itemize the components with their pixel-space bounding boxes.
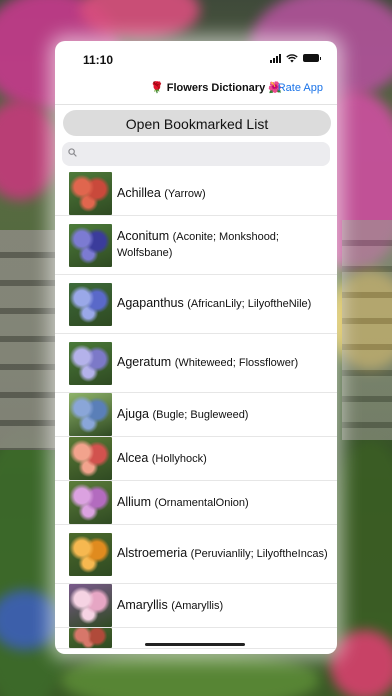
flower-list[interactable]: Achillea (Yarrow) Aconitum (Aconite; Monk… [55,172,337,649]
flower-thumbnail [69,223,112,267]
list-item[interactable]: Alcea (Hollyhock) [55,437,337,481]
flower-thumbnail [69,282,112,326]
flower-thumbnail [69,481,112,524]
flower-common-name: (Peruvianlily; LilyoftheIncas) [190,548,328,560]
battery-icon [303,54,321,62]
navigation-bar: 🌹 Flowers Dictionary 🌺 Rate App [55,77,337,103]
flower-thumbnail [69,628,112,648]
list-item[interactable]: Aconitum (Aconite; Monkshood; Wolfsbane) [55,216,337,275]
flower-label: Aconitum (Aconite; Monkshood; Wolfsbane) [117,229,337,261]
flower-label: Alstroemeria (Peruvianlily; LilyoftheInc… [117,546,328,562]
flower-common-name: (Bugle; Bugleweed) [152,408,249,421]
list-item[interactable]: Alstroemeria (Peruvianlily; LilyoftheInc… [55,525,337,584]
flower-name: Aconitum [117,229,170,243]
cellular-signal-icon [270,53,281,63]
app-window: 11:10 🌹 Flowers Dictionary 🌺 Rate App Op… [55,41,337,654]
flower-thumbnail [69,393,112,436]
flower-name: Ajuga [117,406,149,421]
flower-name: Achillea [117,185,161,200]
flower-name: Ageratum [117,355,172,369]
status-time: 11:10 [83,53,114,67]
list-item[interactable]: Achillea (Yarrow) [55,172,337,216]
wifi-icon [286,53,298,62]
flower-common-name: (Hollyhock) [151,452,207,465]
flower-common-name: (AfricanLily; LilyoftheNile) [187,298,312,310]
search-icon [68,148,77,157]
flower-name: Alstroemeria [117,546,188,560]
status-bar: 11:10 [55,41,337,77]
flower-name: Amaryllis [117,597,168,612]
flower-common-name: (Yarrow) [164,187,206,200]
search-input[interactable] [84,142,328,168]
flower-name: Agapanthus [117,296,184,310]
list-item[interactable]: Agapanthus (AfricanLily; LilyoftheNile) [55,275,337,334]
flower-common-name: (OrnamentalOnion) [154,496,249,509]
flower-label: Agapanthus (AfricanLily; LilyoftheNile) [117,296,311,312]
flower-label: Alcea (Hollyhock) [117,451,207,467]
list-item[interactable]: Allium (OrnamentalOnion) [55,481,337,525]
flower-thumbnail [69,532,112,576]
flower-thumbnail [69,584,112,627]
open-bookmarked-list-button[interactable]: Open Bookmarked List [63,110,331,136]
search-bar[interactable] [62,142,330,168]
flower-label: Ajuga (Bugle; Bugleweed) [117,407,248,423]
list-item[interactable]: Amaryllis (Amaryllis) [55,584,337,628]
home-indicator [145,643,245,646]
flower-thumbnail [69,172,112,215]
flower-label: Achillea (Yarrow) [117,186,206,202]
rate-app-button[interactable]: Rate App [278,82,323,94]
list-item[interactable]: Ageratum (Whiteweed; Flossflower) [55,334,337,393]
list-item[interactable]: Ajuga (Bugle; Bugleweed) [55,393,337,437]
flower-common-name: (Whiteweed; Flossflower) [174,357,299,369]
nav-divider [55,104,337,105]
flower-thumbnail [69,437,112,480]
flower-label: Amaryllis (Amaryllis) [117,598,223,614]
flower-common-name: (Amaryllis) [171,599,224,612]
flower-name: Alcea [117,450,149,465]
flower-thumbnail [69,341,112,385]
flower-label: Allium (OrnamentalOnion) [117,495,249,511]
flower-name: Allium [117,494,152,509]
flower-label: Ageratum (Whiteweed; Flossflower) [117,355,298,371]
